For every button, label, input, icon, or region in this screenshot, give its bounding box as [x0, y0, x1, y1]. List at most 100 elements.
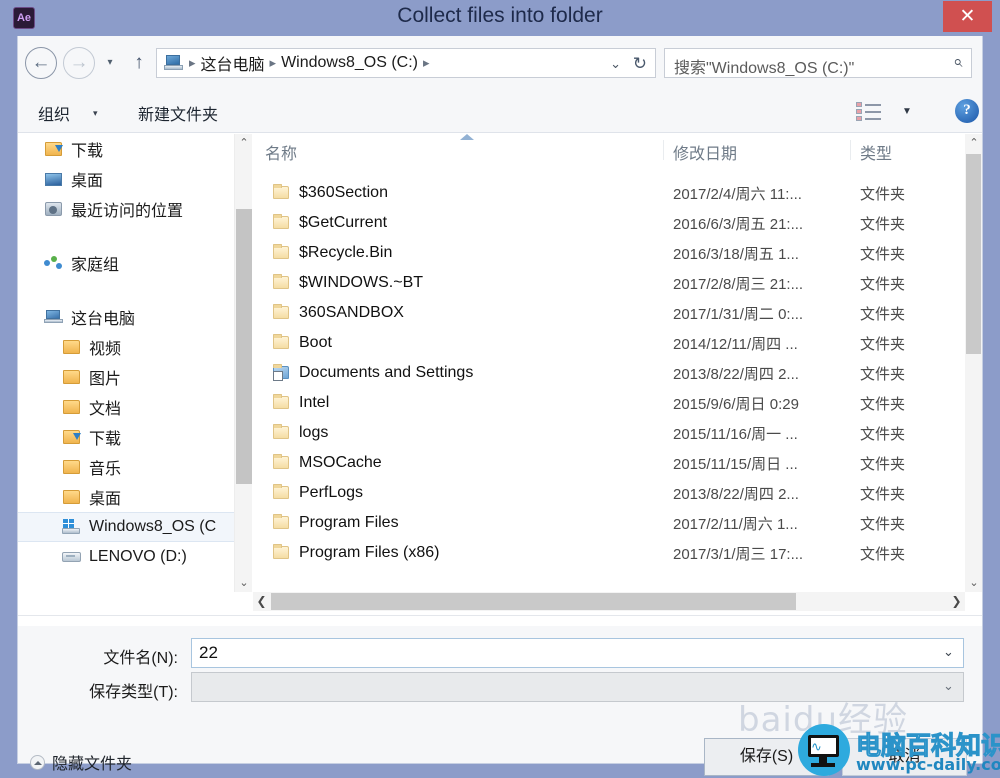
sidebar-item-文档[interactable]: 文档: [18, 392, 234, 422]
table-row[interactable]: ↗ Documents and Settings 2013/8/22/周四 2...…: [253, 358, 965, 388]
up-one-level-icon[interactable]: ↑: [128, 50, 150, 76]
organize-menu-button[interactable]: 组织: [38, 101, 70, 125]
file-name-cell: Program Files (x86): [299, 544, 440, 561]
sidebar-item-图片[interactable]: 图片: [18, 362, 234, 392]
chevron-down-icon[interactable]: ▾: [93, 108, 98, 119]
sidebar-item-下载[interactable]: 下载: [18, 134, 234, 164]
close-button[interactable]: ✕: [943, 1, 992, 32]
file-list-vertical-scrollbar[interactable]: ⌃ ⌄: [965, 134, 982, 592]
file-name-cell: Boot: [299, 334, 332, 351]
horizontal-scroll-thumb[interactable]: [271, 593, 796, 610]
filename-input[interactable]: [191, 638, 964, 668]
search-icon[interactable]: ⌕: [953, 52, 963, 72]
column-header-name[interactable]: 名称: [265, 140, 297, 164]
scroll-up-icon[interactable]: ⌃: [965, 134, 983, 152]
save-button[interactable]: 保存(S): [704, 738, 829, 776]
file-rows: $360Section 2017/2/4/周六 11:... 文件夹 $GetCurr…: [253, 178, 965, 568]
chevron-down-icon[interactable]: ▼: [902, 106, 912, 117]
scroll-down-icon[interactable]: ⌄: [235, 574, 253, 592]
desktop-icon: [44, 170, 64, 188]
junction-folder-icon: ↗: [273, 364, 291, 381]
table-row[interactable]: logs 2015/11/16/周一 ... 文件夹: [253, 418, 965, 448]
date-modified-cell: 2014/12/11/周四 ...: [673, 335, 798, 353]
savetype-label: 保存类型(T):: [89, 684, 178, 701]
sidebar-item-windows8_os-c[interactable]: Windows8_OS (C: [18, 512, 234, 542]
table-row[interactable]: Program Files (x86) 2017/3/1/周三 17:... 文件夹: [253, 538, 965, 568]
table-row[interactable]: $WINDOWS.~BT 2017/2/8/周三 21:... 文件夹: [253, 268, 965, 298]
new-folder-button[interactable]: 新建文件夹: [138, 101, 218, 125]
file-name-cell: $WINDOWS.~BT: [299, 274, 424, 291]
breadcrumb-windows8-os-c[interactable]: Windows8_OS (C:): [281, 54, 418, 72]
sidebar-item-下载[interactable]: 下载: [18, 422, 234, 452]
folder-icon: [273, 244, 291, 260]
table-row[interactable]: Intel 2015/9/6/周日 0:29 文件夹: [253, 388, 965, 418]
table-row[interactable]: $GetCurrent 2016/6/3/周五 21:... 文件夹: [253, 208, 965, 238]
savetype-select[interactable]: [191, 672, 964, 702]
type-cell: 文件夹: [860, 515, 906, 533]
back-button[interactable]: ←: [25, 47, 57, 79]
type-cell: 文件夹: [860, 485, 906, 503]
sidebar-item-这台电脑[interactable]: 这台电脑: [18, 302, 234, 332]
date-modified-cell: 2017/2/8/周三 21:...: [673, 275, 804, 293]
collapse-icon: [30, 754, 45, 770]
file-name-cell: Program Files: [299, 514, 399, 531]
scroll-right-icon[interactable]: ❯: [948, 592, 965, 611]
column-header-date-modified[interactable]: 修改日期: [673, 140, 737, 164]
address-bar: ← → ▾ ↑ ▸ 这台电脑 ▸ Windows8_OS (C:) ▸ ⌄ ↻ …: [18, 36, 982, 93]
sidebar-scroll-thumb[interactable]: [236, 209, 252, 484]
forward-button[interactable]: →: [63, 47, 95, 79]
sidebar-item-家庭组[interactable]: 家庭组: [18, 248, 234, 278]
table-row[interactable]: $360Section 2017/2/4/周六 11:... 文件夹: [253, 178, 965, 208]
refresh-icon[interactable]: ↻: [633, 54, 647, 74]
windows-drive-icon: [62, 518, 82, 536]
sidebar-item-最近访问的位置[interactable]: 最近访问的位置: [18, 194, 234, 224]
recent-locations-dropdown-icon[interactable]: ▾: [104, 58, 116, 70]
folder-icon: [273, 514, 291, 530]
folder-icon: [273, 544, 291, 560]
scroll-down-icon[interactable]: ⌄: [965, 574, 983, 592]
folder-icon: [273, 424, 291, 440]
sidebar-item-桌面[interactable]: 桌面: [18, 164, 234, 194]
table-row[interactable]: $Recycle.Bin 2016/3/18/周五 1... 文件夹: [253, 238, 965, 268]
column-header-type[interactable]: 类型: [860, 140, 892, 164]
scroll-left-icon[interactable]: ❮: [253, 592, 270, 611]
chevron-down-icon[interactable]: ⌄: [943, 678, 954, 694]
breadcrumb-address-box[interactable]: ▸ 这台电脑 ▸ Windows8_OS (C:) ▸ ⌄ ↻: [156, 48, 656, 78]
address-history-dropdown-icon[interactable]: ⌄: [610, 56, 621, 72]
sidebar-item-视频[interactable]: 视频: [18, 332, 234, 362]
hide-folders-toggle[interactable]: 隐藏文件夹: [30, 750, 132, 774]
date-modified-cell: 2015/11/15/周日 ...: [673, 455, 798, 473]
hide-folders-label: 隐藏文件夹: [52, 756, 133, 773]
sidebar-item-音乐[interactable]: 音乐: [18, 452, 234, 482]
search-box[interactable]: 搜索"Windows8_OS (C:)" ⌕: [664, 48, 972, 78]
sidebar-item-桌面[interactable]: 桌面: [18, 482, 234, 512]
column-divider[interactable]: [663, 140, 664, 160]
type-cell: 文件夹: [860, 245, 906, 263]
help-icon[interactable]: ?: [955, 99, 979, 123]
file-name-cell: Documents and Settings: [299, 364, 474, 381]
table-row[interactable]: Boot 2014/12/11/周四 ... 文件夹: [253, 328, 965, 358]
cancel-button[interactable]: 取消: [842, 738, 967, 776]
table-row[interactable]: PerfLogs 2013/8/22/周四 2... 文件夹: [253, 478, 965, 508]
command-toolbar: 组织 ▾ 新建文件夹 ▼ ?: [18, 93, 982, 133]
sidebar-item-label: 下载: [89, 431, 122, 448]
table-row[interactable]: MSOCache 2015/11/15/周日 ... 文件夹: [253, 448, 965, 478]
table-row[interactable]: 360SANDBOX 2017/1/31/周二 0:... 文件夹: [253, 298, 965, 328]
table-row[interactable]: Program Files 2017/2/11/周六 1... 文件夹: [253, 508, 965, 538]
column-divider[interactable]: [850, 140, 851, 160]
date-modified-cell: 2015/11/16/周一 ...: [673, 425, 798, 443]
recent-places-icon: [44, 200, 64, 218]
type-cell: 文件夹: [860, 215, 906, 233]
sidebar-scrollbar[interactable]: ⌃ ⌄: [234, 134, 252, 592]
type-cell: 文件夹: [860, 305, 906, 323]
folder-icon: [273, 184, 291, 200]
scroll-up-icon[interactable]: ⌃: [235, 134, 253, 152]
sidebar-item-lenovo-d-[interactable]: LENOVO (D:): [18, 542, 234, 572]
file-list-horizontal-scrollbar[interactable]: ❮ ❯: [253, 592, 965, 611]
file-list-scroll-thumb[interactable]: [966, 154, 981, 354]
change-view-icon[interactable]: [856, 101, 882, 123]
breadcrumb-this-pc[interactable]: 这台电脑: [201, 51, 265, 75]
chevron-down-icon[interactable]: ⌄: [943, 644, 954, 660]
